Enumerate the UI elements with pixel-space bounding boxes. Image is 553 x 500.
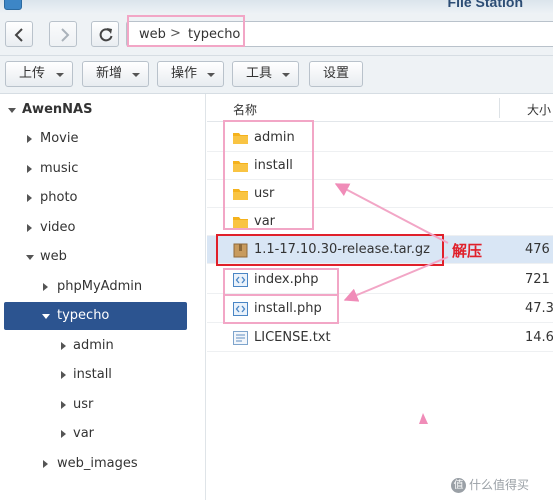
watermark: 值什么值得买 (451, 476, 529, 493)
watermark-badge: 值 (451, 478, 466, 493)
watermark-text: 什么值得买 (469, 478, 530, 492)
annotation-arrows (334, 183, 449, 424)
small-pink-arrow (419, 413, 428, 424)
arrow-to-files (343, 256, 449, 302)
arrow-to-folders (334, 183, 449, 244)
